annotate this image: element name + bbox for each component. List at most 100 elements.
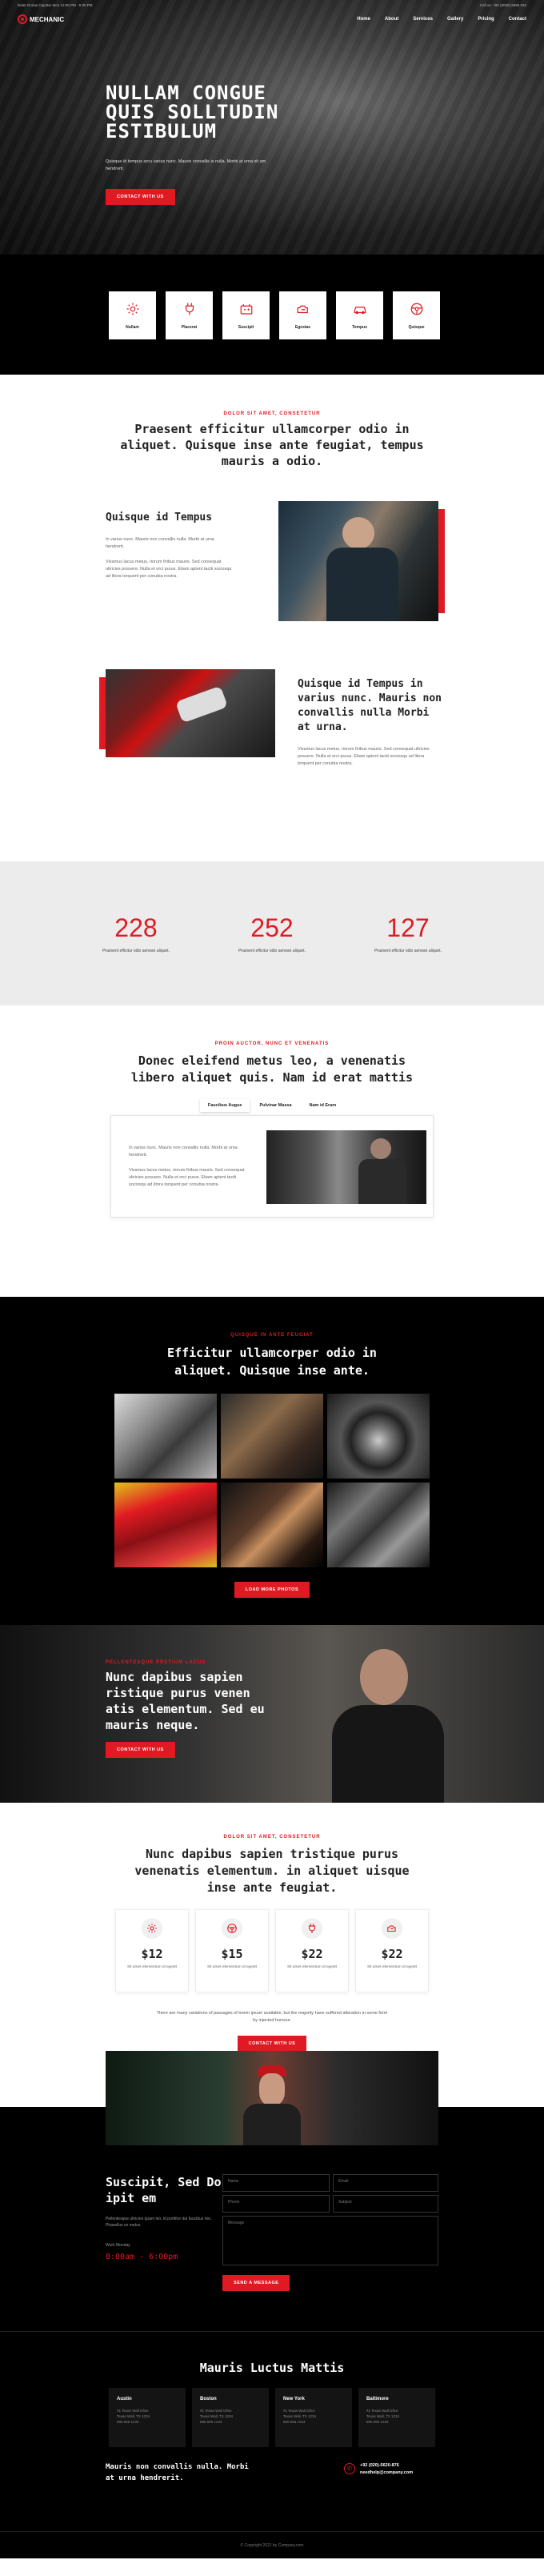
tab-faucibus-augue[interactable]: Faucibus Augue xyxy=(199,1099,250,1112)
footer-phone[interactable]: +92 (020)-5620-876 xyxy=(360,2463,399,2468)
mechanic-kicker: Pellentesque pretium lacus xyxy=(106,1660,206,1665)
stat-number: 127 xyxy=(386,913,430,942)
price-desc: Sit amet elementum id egestt xyxy=(206,1965,258,1969)
mechanic-banner: Pellentesque pretium lacus Nunc dapibus … xyxy=(0,1625,544,1803)
main-nav: Home About Services Gallery Pricing Cont… xyxy=(357,17,526,22)
contact-title: Suscipit, Sed Do ipit em xyxy=(106,2175,222,2205)
stat-label: Praesent efficitur odio aenean aliquet. xyxy=(102,949,170,953)
service-label: Suscipit xyxy=(238,325,254,330)
nav-contact[interactable]: Contact xyxy=(509,17,526,22)
hero-title: Nullam congue quis solltudin estibulum xyxy=(106,82,279,142)
stat-number: 252 xyxy=(250,913,294,942)
about-section: Dolor sit amet, consetetur Praesent effi… xyxy=(0,375,544,829)
gallery-photo-toolbox[interactable] xyxy=(114,1483,217,1567)
tabs-kicker: Proin auctor, nunc et venenatis xyxy=(214,1041,330,1046)
price-amount: $12 xyxy=(141,1947,163,1961)
location-address: #1 Texas Wall Ofice xyxy=(283,2409,315,2413)
send-message-button[interactable]: Send a Message xyxy=(222,2275,290,2291)
hero-contact-button[interactable]: Contact With Us xyxy=(106,189,175,205)
price-desc: Sit amet elementum id egestt xyxy=(286,1965,338,1969)
service-label: Tempus xyxy=(352,325,367,330)
tab-pulvinar-massa[interactable]: Pulvinar Massa xyxy=(251,1099,299,1112)
plug-icon xyxy=(302,1918,322,1939)
price-card[interactable]: $22 Sit amet elementum id egestt xyxy=(275,1909,349,1992)
name-field[interactable]: Name xyxy=(222,2174,330,2192)
service-card-suscipit[interactable]: Suscipit xyxy=(222,291,270,339)
hours-label: Work Monday xyxy=(106,2243,130,2248)
service-label: Quisque xyxy=(408,325,425,330)
gallery-section: Quisque in ante feugiat Efficitur ullamc… xyxy=(0,1297,544,1625)
nav-gallery[interactable]: Gallery xyxy=(447,17,463,22)
pricing-contact-button[interactable]: Contact With Us xyxy=(237,2036,307,2052)
stat-number: 228 xyxy=(114,913,158,942)
engine-bay-photo xyxy=(266,1130,426,1204)
email-field[interactable]: Email xyxy=(333,2174,438,2192)
hands-tools-photo xyxy=(106,669,275,757)
price-card[interactable]: $22 Sit amet elementum id egestt xyxy=(355,1909,429,1992)
gallery-photo-workshop[interactable] xyxy=(114,1394,217,1479)
price-desc: Sit amet elementum id egestt xyxy=(126,1965,178,1969)
locations-section: Mauris Luctus Mattis Austin #1 Texas Wal… xyxy=(0,2331,544,2531)
pricing-note: There are many variations of passages of… xyxy=(156,2011,388,2023)
feature-one-text: In varius nunc. Mauris non convallis nul… xyxy=(106,537,214,549)
feature-two-text: Vivamus lacus metus, riorum firibus maur… xyxy=(298,747,430,766)
subject-field[interactable]: Subject xyxy=(333,2195,438,2213)
gallery-photo-mechanic[interactable] xyxy=(221,1394,323,1479)
tab-panel-text: In varius nunc. Mauris non convallis nul… xyxy=(129,1146,238,1158)
hero-text: Quisque id tempus arcu varius nunc. Maur… xyxy=(106,159,266,171)
about-title: Praesent efficitur ullamcorper odio in a… xyxy=(120,422,424,468)
feature-two: Quisque id Tempus in varius nunc. Mauris… xyxy=(0,669,544,829)
location-list: Austin #1 Texas Wall Ofice Texas Wall, TX… xyxy=(0,2388,544,2447)
price-card[interactable]: $12 Sit amet elementum id egestt xyxy=(115,1909,189,1992)
service-card-placerat[interactable]: Placerat xyxy=(166,291,213,339)
gallery-photo-wheel[interactable] xyxy=(327,1394,430,1479)
feature-one: Quisque id Tempus In varius nunc. Mauris… xyxy=(0,501,544,661)
stat-item: 228 Praesent efficitur odio aenean aliqu… xyxy=(92,913,180,954)
location-city: Boston xyxy=(200,2397,217,2401)
nav-pricing[interactable]: Pricing xyxy=(478,17,494,22)
service-label: Nullam xyxy=(126,325,139,330)
footer-email[interactable]: needhelp@company.com xyxy=(360,2470,413,2475)
stats-section: 228 Praesent efficitur odio aenean aliqu… xyxy=(0,861,544,1005)
location-city: Austin xyxy=(117,2397,132,2401)
price-card[interactable]: $15 Sit amet elementum id egestt xyxy=(195,1909,269,1992)
message-field[interactable]: Message xyxy=(222,2216,438,2265)
pricing-title: Nunc dapibus sapien tristique purus vene… xyxy=(134,1847,410,1895)
mechanic-contact-button[interactable]: Contact With Us xyxy=(106,1742,175,1758)
logo[interactable]: MECHANIC xyxy=(18,14,64,24)
service-card-tempus[interactable]: Tempus xyxy=(336,291,383,339)
service-card-quisque[interactable]: Quisque xyxy=(393,291,440,339)
service-label: Placerat xyxy=(181,325,198,330)
hero-section: Dalet Grolaa Capstar Mon 12:00 PM - 5:00… xyxy=(0,0,544,255)
mechanic-engine-photo xyxy=(278,501,438,621)
gear-icon xyxy=(125,301,141,317)
location-card: Austin #1 Texas Wall Ofice Texas Wall, TX… xyxy=(109,2388,186,2447)
location-address-2: Texas Wall, TX 1234 xyxy=(283,2414,317,2418)
location-phone: 890 555 1234 xyxy=(200,2420,222,2424)
load-more-photos-button[interactable]: Load More Photos xyxy=(234,1582,310,1598)
female-mechanic-photo xyxy=(106,2051,438,2145)
location-city: New York xyxy=(283,2397,305,2401)
location-address: #1 Texas Wall Ofice xyxy=(366,2409,398,2413)
topbar-phone: Call us: +92 (0020) 5555 034 xyxy=(479,2,526,7)
nav-about[interactable]: About xyxy=(385,17,398,22)
working-hours: 8:00am - 6:00pm xyxy=(106,2253,178,2261)
nav-services[interactable]: Services xyxy=(413,17,433,22)
price-desc: Sit amet elementum id egestt xyxy=(366,1965,418,1969)
price-amount: $22 xyxy=(381,1947,403,1961)
gallery-photo-repair[interactable] xyxy=(221,1483,323,1567)
logo-gear-icon xyxy=(18,14,27,24)
locations-title: Mauris Luctus Mattis xyxy=(199,2361,345,2375)
nav-home[interactable]: Home xyxy=(357,17,370,22)
stat-label: Praesent efficitur odio aenean aliquet. xyxy=(374,949,442,953)
mechanic-title: Nunc dapibus sapien ristique purus venen… xyxy=(106,1670,265,1732)
feature-one-text-2: Vivamus lacus metus, riorum firibus maur… xyxy=(106,560,232,579)
location-card: New York #1 Texas Wall Ofice Texas Wall, … xyxy=(275,2388,352,2447)
location-address: #1 Texas Wall Ofice xyxy=(117,2409,149,2413)
tab-nam-id-eram[interactable]: Nam id Eram xyxy=(302,1099,345,1112)
service-label: Egestas xyxy=(294,325,311,330)
gallery-photo-engine[interactable] xyxy=(327,1483,430,1567)
service-card-egestas[interactable]: Egestas xyxy=(279,291,326,339)
phone-field[interactable]: Phone xyxy=(222,2195,330,2213)
service-card-nullam[interactable]: Nullam xyxy=(109,291,156,339)
